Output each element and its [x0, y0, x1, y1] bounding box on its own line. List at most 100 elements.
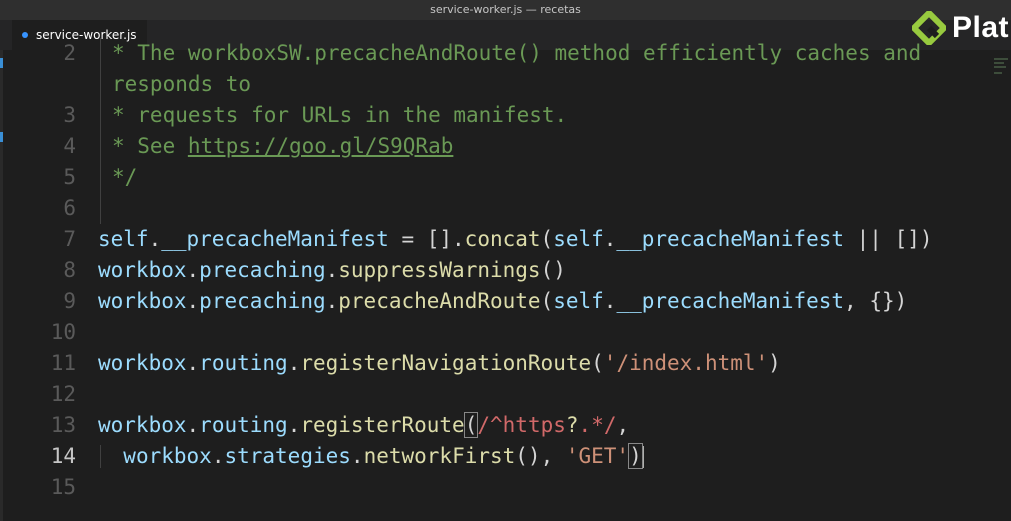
- code-token: __precacheManifest: [161, 227, 389, 251]
- line-number: 12: [50, 382, 76, 406]
- code-token: , {}): [844, 289, 908, 313]
- line-number: 2: [63, 41, 76, 65]
- minimap-line: [994, 62, 1004, 64]
- code-token: /^https: [477, 413, 566, 437]
- minimap-line: [994, 72, 1002, 74]
- code-token: '/index.html': [603, 351, 769, 375]
- minimap[interactable]: [992, 50, 1011, 521]
- code-token: workbox: [98, 413, 187, 437]
- code-token: self: [553, 289, 604, 313]
- code-token: .: [603, 289, 617, 313]
- minimap-line: [994, 58, 1008, 60]
- code-token: precacheAndRoute: [338, 289, 541, 313]
- platzi-logo-icon: [912, 11, 946, 45]
- editor-window: service-worker.js — recetas service-work…: [0, 0, 1011, 521]
- code-token: */: [112, 165, 138, 189]
- code-token: .: [325, 258, 339, 282]
- code-token: registerRoute: [300, 413, 465, 437]
- code-token[interactable]: https://goo.gl/S9QRab: [188, 134, 454, 158]
- code-token: ): [768, 351, 781, 375]
- code-token: self: [553, 227, 604, 251]
- code-token: (: [540, 227, 554, 251]
- code-token: ?: [565, 413, 579, 437]
- code-token: .: [287, 413, 301, 437]
- code-token: precaching: [199, 289, 326, 313]
- platzi-logo: Plat: [912, 6, 1009, 50]
- code-token: * See: [112, 134, 188, 158]
- code-token: routing: [199, 413, 288, 437]
- line-number: 3: [63, 103, 76, 127]
- code-line[interactable]: 6: [0, 193, 990, 224]
- code-token: = [].: [388, 227, 465, 251]
- line-number: 11: [50, 351, 76, 375]
- code-line[interactable]: 4 * See https://goo.gl/S9QRab: [0, 131, 990, 162]
- code-text: */: [112, 162, 137, 193]
- code-line[interactable]: 14 workbox.strategies.networkFirst(), 'G…: [0, 441, 990, 472]
- code-token: (): [540, 258, 566, 282]
- logo-gap: [926, 25, 940, 39]
- indent-guide: [100, 445, 101, 468]
- code-line[interactable]: 2 * The workboxSW.precacheAndRoute() meth…: [0, 38, 990, 69]
- code-text: workbox.routing.registerNavigationRoute(…: [98, 348, 781, 379]
- code-line[interactable]: responds to: [0, 69, 990, 100]
- code-token: .: [186, 351, 200, 375]
- code-text: workbox.precaching.suppressWarnings(): [98, 255, 566, 286]
- code-token: routing: [199, 351, 288, 375]
- code-editor[interactable]: 2 * The workboxSW.precacheAndRoute() meth…: [0, 38, 990, 521]
- code-token: registerNavigationRoute: [300, 351, 592, 375]
- code-token: workbox: [98, 289, 187, 313]
- code-line[interactable]: 7 self.__precacheManifest = [].concat(sel…: [0, 224, 990, 255]
- code-line[interactable]: 15: [0, 472, 990, 503]
- code-line[interactable]: 9 workbox.precaching.precacheAndRoute(sel…: [0, 286, 990, 317]
- code-line[interactable]: 8 workbox.precaching.suppressWarnings(): [0, 255, 990, 286]
- code-token: .: [186, 258, 200, 282]
- code-token: .: [603, 227, 617, 251]
- code-token: strategies: [224, 444, 351, 468]
- matched-bracket: (: [463, 412, 479, 438]
- line-number: 4: [63, 134, 76, 158]
- code-line[interactable]: 10: [0, 317, 990, 348]
- code-token: .: [287, 351, 301, 375]
- code-token: (),: [515, 444, 566, 468]
- code-token: .: [148, 227, 162, 251]
- code-token: (: [540, 289, 554, 313]
- matched-bracket: ): [628, 443, 643, 469]
- indent-guide: [100, 38, 101, 224]
- window-title: service-worker.js — recetas: [0, 0, 1011, 20]
- code-token: .: [186, 413, 200, 437]
- code-line[interactable]: 12: [0, 379, 990, 410]
- code-text: * The workboxSW.precacheAndRoute() metho…: [112, 38, 921, 69]
- logo-text: Plat: [952, 11, 1010, 44]
- code-line[interactable]: 3 * requests for URLs in the manifest.: [0, 100, 990, 131]
- minimap-line: [994, 66, 1006, 68]
- code-text: * See https://goo.gl/S9QRab: [112, 131, 453, 162]
- code-token: .: [350, 444, 364, 468]
- code-token: workbox: [98, 258, 187, 282]
- code-token: .: [211, 444, 225, 468]
- line-number: 5: [63, 165, 76, 189]
- code-token: ,: [616, 413, 630, 437]
- line-number: 6: [63, 196, 76, 220]
- code-token: __precacheManifest: [616, 227, 844, 251]
- code-token: __precacheManifest: [616, 289, 845, 313]
- code-line[interactable]: 11 workbox.routing.registerNavigationRout…: [0, 348, 990, 379]
- code-token: * The workboxSW.precacheAndRoute() metho…: [112, 41, 922, 65]
- code-token: || []): [844, 227, 933, 251]
- text-cursor: [641, 446, 644, 468]
- line-number: 9: [63, 289, 76, 313]
- code-token: suppressWarnings: [338, 258, 541, 282]
- code-token: workbox: [123, 444, 212, 468]
- code-token: workbox: [98, 351, 187, 375]
- code-token: .: [325, 289, 339, 313]
- code-line[interactable]: 13 workbox.routing.registerRoute(/^https?…: [0, 410, 990, 441]
- code-text: workbox.routing.registerRoute(/^https?.*…: [98, 410, 629, 441]
- code-text: workbox.strategies.networkFirst(), 'GET'…: [98, 441, 644, 472]
- line-number: 10: [50, 320, 76, 344]
- code-text: self.__precacheManifest = [].concat(self…: [98, 224, 933, 255]
- code-token: responds to: [112, 72, 252, 96]
- code-line[interactable]: 5 */: [0, 162, 990, 193]
- line-number: 7: [63, 227, 76, 251]
- line-number: 8: [63, 258, 76, 282]
- code-token: (: [591, 351, 604, 375]
